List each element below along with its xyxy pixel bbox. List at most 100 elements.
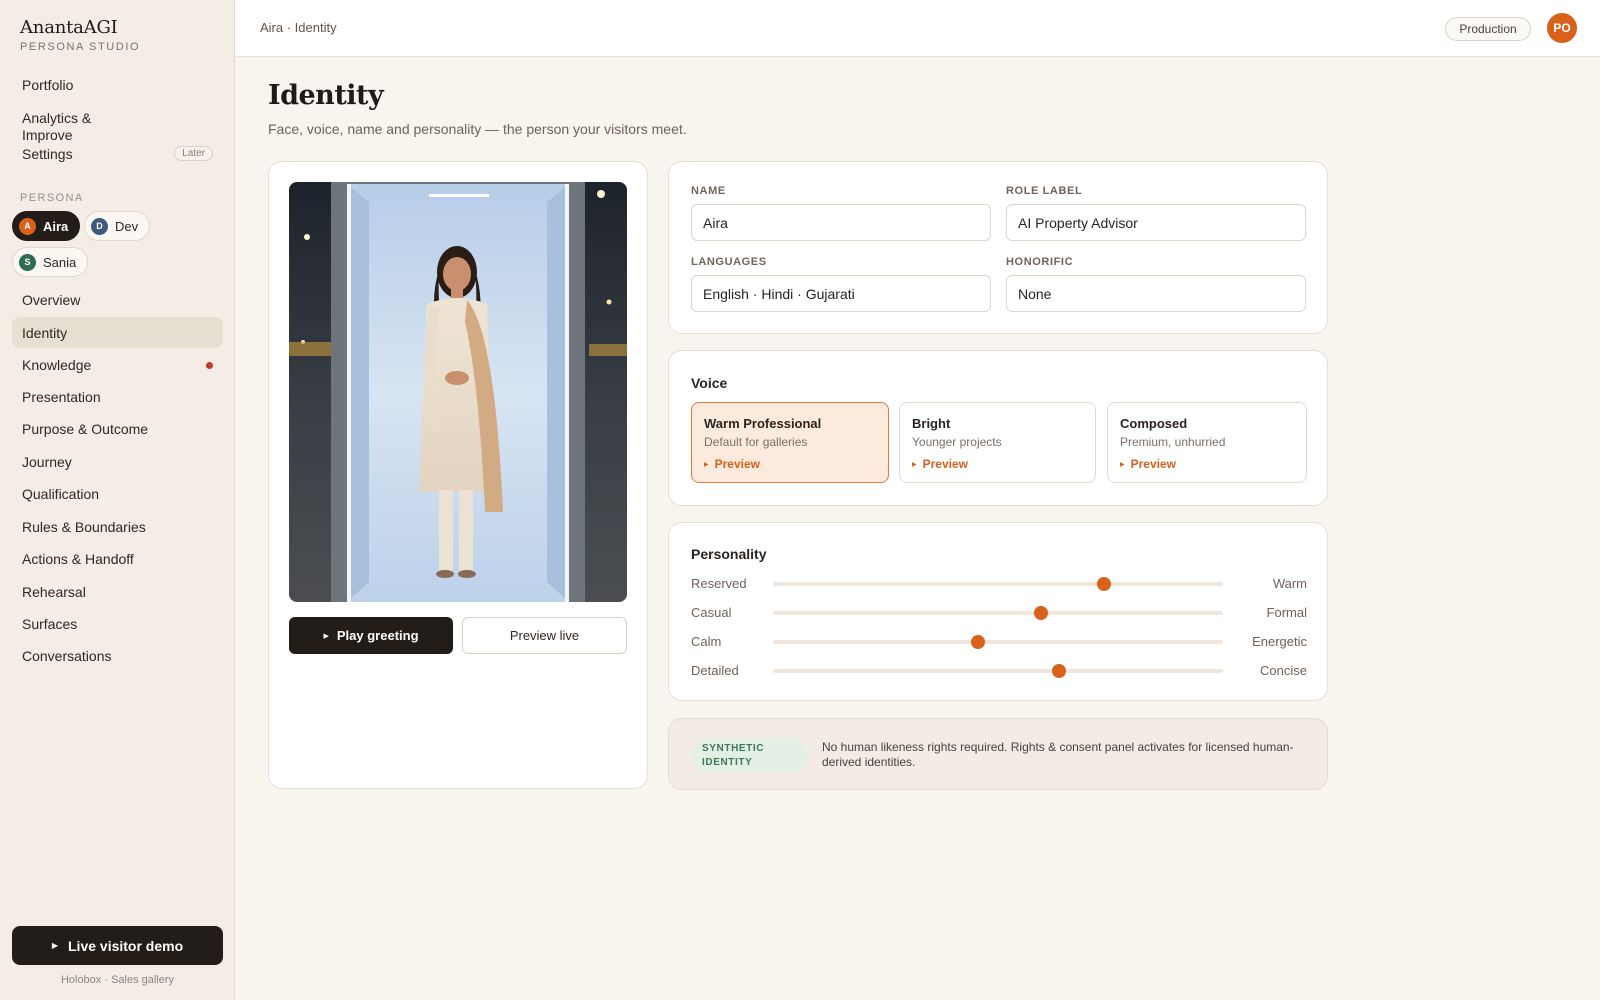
- play-icon: ▶: [51, 941, 58, 950]
- play-icon: ▶: [323, 632, 329, 640]
- brand-logo[interactable]: AnantaAGI: [20, 17, 118, 38]
- sidebar-footnote: Holobox · Sales gallery: [60, 974, 175, 986]
- sidebar-item-rehearsal[interactable]: Rehearsal: [12, 578, 223, 606]
- slider-right-label: Concise: [1260, 663, 1307, 678]
- slider-track[interactable]: [773, 577, 1223, 591]
- voice-title: Voice: [691, 375, 728, 391]
- sidebar-item-journey[interactable]: Journey: [12, 448, 223, 476]
- sidebar-item-overview[interactable]: Overview: [12, 286, 223, 314]
- personality-title: Personality: [691, 546, 767, 562]
- sidebar-item-conversations[interactable]: Conversations: [12, 642, 223, 670]
- slider-thumb[interactable]: [1051, 664, 1066, 678]
- role-label-field[interactable]: AI Property Advisor: [1006, 204, 1306, 241]
- slider-detailed-concise: Detailed Concise: [691, 661, 1307, 681]
- sidebar-item-surfaces[interactable]: Surfaces: [12, 610, 223, 638]
- honorific-field[interactable]: None: [1006, 275, 1306, 312]
- persona-name: Sania: [43, 254, 77, 270]
- voice-preview-link[interactable]: ▶ Preview: [704, 457, 876, 471]
- play-icon: ▶: [912, 461, 917, 468]
- sidebar-item-label: Surfaces: [22, 616, 78, 632]
- sidebar-item-settings[interactable]: Settings Later: [12, 143, 223, 165]
- sidebar-item-label: Knowledge: [22, 357, 92, 373]
- slider-calm-energetic: Calm Energetic: [691, 632, 1307, 652]
- persona-chip-aira[interactable]: A Aira: [12, 211, 81, 241]
- slider-track[interactable]: [773, 635, 1223, 649]
- live-visitor-demo-button[interactable]: ▶ Live visitor demo: [12, 926, 223, 965]
- sidebar-item-label: Journey: [22, 454, 72, 470]
- sidebar-item-label: Identity: [22, 324, 68, 341]
- persona-avatar: A: [19, 217, 36, 235]
- sidebar-item-label: Qualification: [22, 486, 100, 502]
- persona-chip-sania[interactable]: S Sania: [12, 247, 89, 277]
- sidebar-item-rules-boundaries[interactable]: Rules & Boundaries: [12, 513, 223, 541]
- voice-option-desc: Younger projects: [912, 435, 1002, 449]
- slider-left-label: Reserved: [691, 576, 747, 591]
- languages-field[interactable]: English · Hindi · Gujarati: [691, 275, 991, 312]
- voice-preview-link[interactable]: ▶ Preview: [912, 457, 1083, 471]
- play-greeting-label: Play greeting: [336, 628, 419, 643]
- slider-thumb[interactable]: [1096, 577, 1111, 591]
- sidebar-item-label: Purpose & Outcome: [22, 421, 149, 437]
- sidebar-item-identity[interactable]: Identity: [12, 317, 223, 348]
- play-icon: ▶: [1120, 461, 1125, 468]
- synthetic-identity-badge: SYNTHETIC IDENTITY: [691, 739, 808, 772]
- name-label: NAME: [691, 185, 726, 197]
- name-field[interactable]: Aira: [691, 204, 991, 241]
- slider-thumb[interactable]: [970, 635, 985, 649]
- languages-label: LANGUAGES: [691, 256, 767, 268]
- voice-option-name: Warm Professional: [704, 416, 822, 431]
- identity-fields-card: NAME Aira ROLE LABEL AI Property Advisor…: [668, 161, 1328, 334]
- sidebar-item-qualification[interactable]: Qualification: [12, 480, 223, 508]
- sidebar-item-label: Overview: [22, 292, 81, 308]
- sidebar-item-analytics[interactable]: Analytics & Improve: [12, 110, 122, 144]
- breadcrumb: Aira · Identity: [260, 20, 337, 35]
- slider-track[interactable]: [773, 606, 1223, 620]
- portrait-illustration: [289, 182, 627, 602]
- sidebar-item-label: Presentation: [22, 389, 101, 405]
- slider-left-label: Detailed: [691, 663, 739, 678]
- sidebar-item-presentation[interactable]: Presentation: [12, 383, 223, 411]
- sidebar-item-actions-handoff[interactable]: Actions & Handoff: [12, 545, 223, 573]
- sidebar-item-purpose-outcome[interactable]: Purpose & Outcome: [12, 415, 223, 443]
- voice-option-warm-professional[interactable]: Warm Professional Default for galleries …: [691, 402, 889, 483]
- slider-thumb[interactable]: [1033, 606, 1048, 620]
- sidebar-item-knowledge[interactable]: Knowledge: [12, 351, 223, 379]
- notice-text: No human likeness rights required. Right…: [822, 740, 1294, 769]
- slider-left-label: Calm: [691, 634, 722, 649]
- voice-preview-label: Preview: [1130, 457, 1176, 471]
- persona-chip-dev[interactable]: D Dev: [84, 211, 151, 241]
- page-subtitle: Face, voice, name and personality — the …: [268, 121, 687, 137]
- sidebar: AnantaAGI PERSONA STUDIO Portfolio Analy…: [0, 0, 235, 1000]
- persona-name: Dev: [115, 218, 139, 234]
- voice-preview-link[interactable]: ▶ Preview: [1120, 457, 1294, 471]
- voice-option-bright[interactable]: Bright Younger projects ▶ Preview: [899, 402, 1096, 483]
- slider-track[interactable]: [773, 664, 1223, 678]
- sidebar-item-label: Rules & Boundaries: [22, 519, 146, 535]
- voice-card: Voice Warm Professional Default for gall…: [668, 350, 1328, 506]
- voice-option-desc: Default for galleries: [704, 435, 808, 449]
- page-title: Identity: [268, 80, 384, 111]
- persona-name: Aira: [43, 218, 69, 234]
- synthetic-identity-notice: SYNTHETIC IDENTITY No human likeness rig…: [668, 718, 1328, 790]
- live-demo-label: Live visitor demo: [68, 937, 184, 954]
- role-label-label: ROLE LABEL: [1006, 185, 1083, 197]
- brand-subtitle: PERSONA STUDIO: [20, 41, 141, 53]
- voice-option-name: Composed: [1120, 416, 1188, 431]
- play-greeting-button[interactable]: ▶ Play greeting: [289, 617, 453, 654]
- notification-dot: [206, 362, 213, 369]
- voice-option-composed[interactable]: Composed Premium, unhurried ▶ Preview: [1107, 402, 1307, 483]
- preview-live-button[interactable]: Preview live: [462, 617, 627, 654]
- slider-right-label: Energetic: [1252, 634, 1307, 649]
- portrait-card: ▶ Play greeting Preview live: [268, 161, 648, 789]
- personality-card: Personality Reserved Warm Casual Formal …: [668, 522, 1328, 701]
- user-avatar[interactable]: PO: [1547, 13, 1577, 43]
- sidebar-item-label: Analytics & Improve: [22, 110, 92, 143]
- sidebar-item-portfolio[interactable]: Portfolio: [12, 72, 223, 98]
- slider-reserved-warm: Reserved Warm: [691, 574, 1307, 594]
- top-bar: Aira · Identity Production PO: [235, 0, 1600, 57]
- persona-avatar: D: [91, 217, 108, 235]
- slider-casual-formal: Casual Formal: [691, 603, 1307, 623]
- sidebar-item-label: Portfolio: [22, 77, 74, 93]
- environment-pill[interactable]: Production: [1445, 17, 1531, 41]
- voice-option-name: Bright: [912, 416, 951, 431]
